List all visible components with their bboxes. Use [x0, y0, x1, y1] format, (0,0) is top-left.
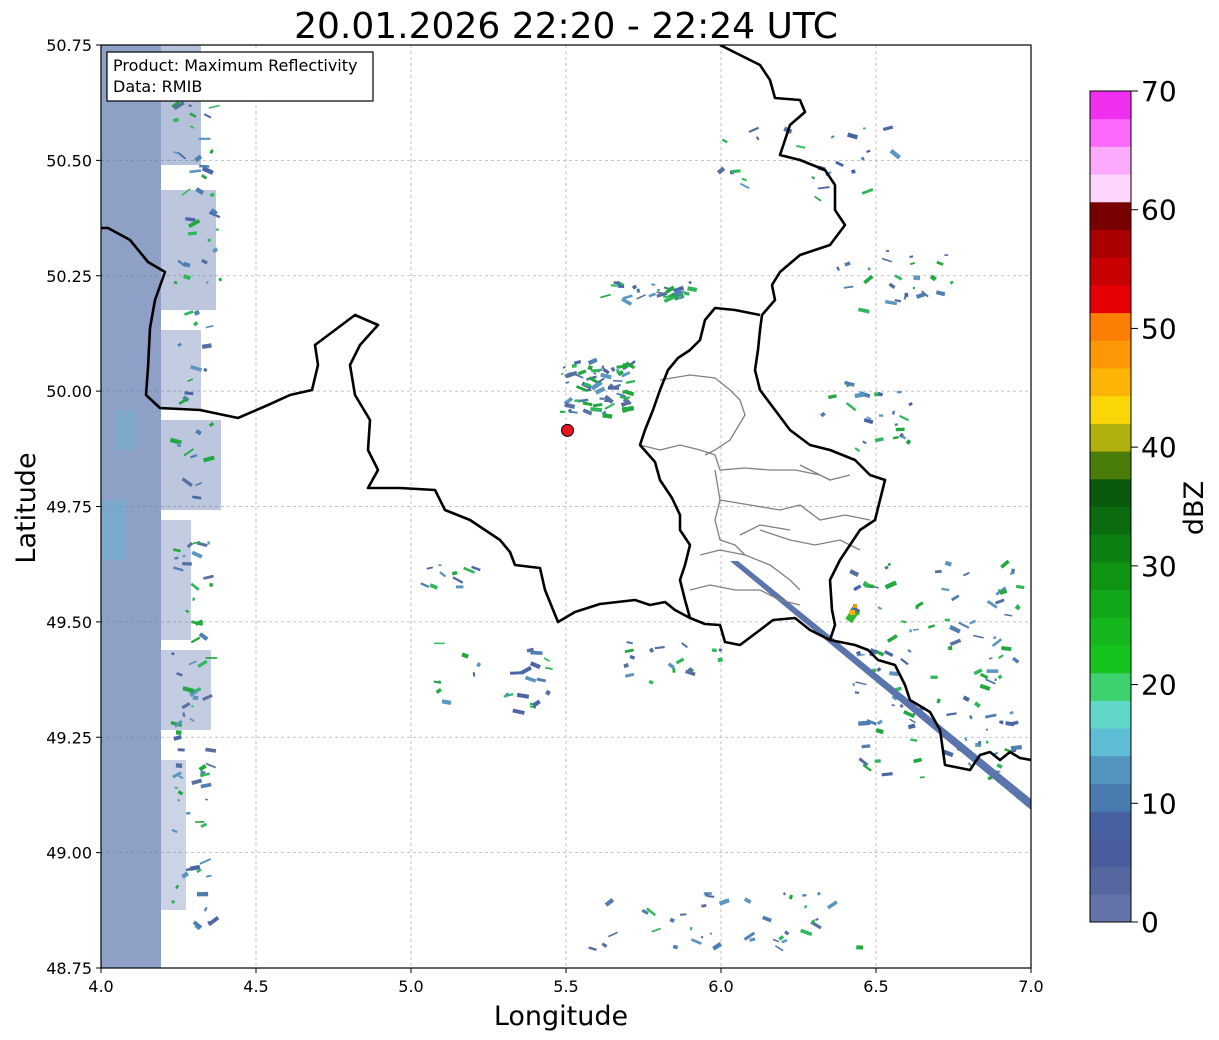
data-source-label: Data: RMIB [113, 77, 202, 96]
colorbar-band [1090, 395, 1131, 424]
colorbar-band [1090, 284, 1131, 314]
colorbar-band [1090, 312, 1131, 341]
colorbar-band [1090, 645, 1131, 674]
colorbar-tick-label: 10 [1141, 787, 1177, 820]
colorbar-band [1090, 589, 1131, 618]
colorbar-band [1090, 118, 1131, 147]
colorbar-band [1090, 146, 1131, 175]
colorbar-band [1090, 534, 1131, 563]
colorbar-band [1090, 755, 1131, 784]
colorbar-band [1090, 201, 1131, 230]
colorbar-band [1090, 91, 1131, 120]
x-tick-label: 6.5 [863, 977, 888, 996]
radar-site-marker [561, 423, 575, 437]
colorbar-band [1090, 672, 1131, 701]
radar-map-figure: 20.01.2026 22:20 - 22:24 UTC Product: Ma… [11, 6, 1210, 1032]
y-tick-label: 49.75 [46, 498, 92, 517]
y-tick-label: 50.75 [46, 36, 92, 55]
colorbar-band [1090, 478, 1131, 507]
colorbar-band [1090, 506, 1131, 535]
colorbar-band [1090, 728, 1131, 757]
colorbar: 0 10 20 30 40 50 60 70 dBZ [1089, 75, 1210, 939]
y-tick-label: 50.00 [46, 382, 92, 401]
colorbar-band [1090, 340, 1131, 369]
colorbar-band [1090, 811, 1131, 840]
x-tick-label: 4.0 [88, 977, 113, 996]
colorbar-band [1090, 451, 1131, 480]
colorbar-band [1090, 174, 1131, 203]
colorbar-band [1090, 838, 1131, 868]
x-tick-label: 5.5 [553, 977, 578, 996]
colorbar-band [1090, 229, 1131, 258]
product-label: Product: Maximum Reflectivity [113, 56, 357, 75]
y-tick-label: 50.50 [46, 151, 92, 170]
figure-title: 20.01.2026 22:20 - 22:24 UTC [294, 6, 838, 47]
colorbar-label: dBZ [1179, 481, 1210, 535]
colorbar-tick-label: 40 [1141, 431, 1177, 464]
colorbar-band [1090, 866, 1131, 895]
y-tick-label: 49.50 [46, 613, 92, 632]
colorbar-band [1090, 894, 1131, 923]
colorbar-tick-label: 0 [1141, 906, 1159, 939]
x-tick-label: 4.5 [243, 977, 268, 996]
colorbar-band [1090, 700, 1131, 729]
map-plot-area: Product: Maximum Reflectivity Data: RMIB… [46, 36, 1044, 996]
x-axis-ticks: 4.0 4.5 5.0 5.5 6.0 6.5 7.0 [88, 968, 1044, 996]
colorbar-bands [1090, 91, 1131, 923]
colorbar-band [1090, 617, 1131, 646]
x-axis-label: Longitude [494, 1001, 628, 1032]
y-axis-ticks: 50.75 50.50 50.25 50.00 49.75 49.50 49.25 49.00… [46, 36, 101, 978]
colorbar-tick-label: 50 [1141, 312, 1177, 345]
y-tick-label: 49.25 [46, 728, 92, 747]
colorbar-ticks: 0 10 20 30 40 50 60 70 [1131, 75, 1177, 939]
x-tick-label: 6.0 [708, 977, 733, 996]
colorbar-tick-label: 30 [1141, 550, 1177, 583]
colorbar-tick-label: 70 [1141, 75, 1177, 108]
y-tick-label: 50.25 [46, 267, 92, 286]
colorbar-band [1090, 561, 1131, 591]
colorbar-band [1090, 257, 1131, 286]
y-tick-label: 49.00 [46, 844, 92, 863]
colorbar-band [1090, 368, 1131, 397]
x-tick-label: 7.0 [1018, 977, 1043, 996]
y-tick-label: 48.75 [46, 959, 92, 978]
y-axis-label: Latitude [11, 452, 42, 563]
colorbar-tick-label: 60 [1141, 194, 1177, 227]
colorbar-band [1090, 783, 1131, 812]
colorbar-band [1090, 423, 1131, 452]
colorbar-tick-label: 20 [1141, 669, 1177, 702]
x-tick-label: 5.0 [398, 977, 423, 996]
info-box: Product: Maximum Reflectivity Data: RMIB [106, 51, 374, 102]
